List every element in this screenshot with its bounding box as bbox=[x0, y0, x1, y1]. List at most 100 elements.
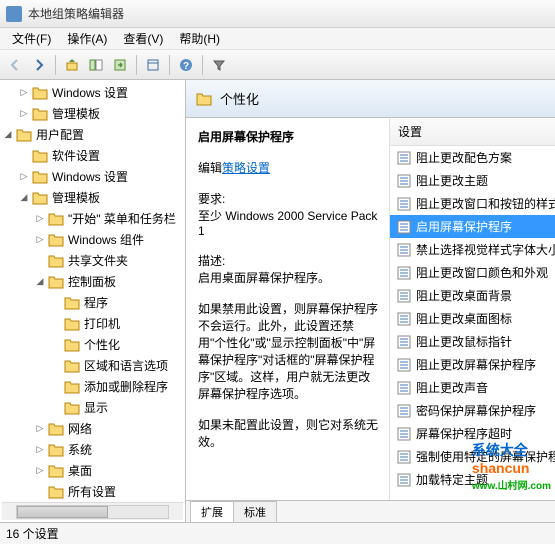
list-item-label: 阻止更改配色方案 bbox=[416, 149, 512, 166]
tree-item[interactable]: ▷Windows 组件 bbox=[2, 229, 183, 250]
tree-item[interactable]: ▷个性化 bbox=[2, 334, 183, 355]
list-item[interactable]: 阻止更改主题 bbox=[390, 169, 555, 192]
tree-toggle-icon[interactable]: ▷ bbox=[34, 444, 46, 456]
folder-icon bbox=[64, 296, 80, 310]
tree-item[interactable]: ▷桌面 bbox=[2, 460, 183, 481]
list-item[interactable]: 密码保护屏幕保护程序 bbox=[390, 399, 555, 422]
list-item[interactable]: 强制使用特定的屏幕保护程序 bbox=[390, 445, 555, 468]
tree-toggle-icon[interactable]: ▷ bbox=[18, 171, 30, 183]
tree-item[interactable]: ▷共享文件夹 bbox=[2, 250, 183, 271]
list-item-label: 加载特定主题 bbox=[416, 471, 488, 488]
tree-item[interactable]: ▷程序 bbox=[2, 292, 183, 313]
description-text: 启用桌面屏幕保护程序。 bbox=[198, 269, 381, 286]
tree-item[interactable]: ▷添加或删除程序 bbox=[2, 376, 183, 397]
tree-item-label: 显示 bbox=[84, 399, 108, 416]
list-item[interactable]: 阻止更改鼠标指针 bbox=[390, 330, 555, 353]
setting-icon bbox=[396, 426, 412, 442]
tree-item-label: 共享文件夹 bbox=[68, 252, 128, 269]
menu-action[interactable]: 操作(A) bbox=[59, 28, 115, 49]
folder-icon bbox=[32, 191, 48, 205]
list-item[interactable]: 阻止更改窗口和按钮的样式 bbox=[390, 192, 555, 215]
description-para2: 如果未配置此设置，则它对系统无效。 bbox=[198, 416, 381, 450]
content-header: 个性化 bbox=[186, 80, 555, 118]
titlebar: 本地组策略编辑器 bbox=[0, 0, 555, 28]
list-item[interactable]: 阻止更改配色方案 bbox=[390, 146, 555, 169]
export-button[interactable] bbox=[109, 54, 131, 76]
description-label: 描述: bbox=[198, 252, 381, 269]
content-title: 个性化 bbox=[220, 89, 259, 108]
tree-item-label: 用户配置 bbox=[36, 126, 84, 143]
up-button[interactable] bbox=[61, 54, 83, 76]
horizontal-scrollbar[interactable] bbox=[2, 502, 183, 520]
list-item[interactable]: 加载特定主题 bbox=[390, 468, 555, 491]
tree-toggle-icon[interactable]: ▷ bbox=[34, 213, 46, 225]
tree-item[interactable]: ▷ Windows 设置 bbox=[2, 82, 183, 103]
folder-icon bbox=[48, 212, 64, 226]
tree-item-label: 管理模板 bbox=[52, 189, 100, 206]
setting-icon bbox=[396, 196, 412, 212]
folder-icon bbox=[48, 464, 64, 478]
tree-item[interactable]: ▷区域和语言选项 bbox=[2, 355, 183, 376]
list-item[interactable]: 阻止更改窗口颜色和外观 bbox=[390, 261, 555, 284]
tree-item[interactable]: ▷系统 bbox=[2, 439, 183, 460]
tree-toggle-icon[interactable]: ▷ bbox=[34, 423, 46, 435]
tree-toggle-icon[interactable]: ▷ bbox=[34, 234, 46, 246]
tree-item[interactable]: ▷显示 bbox=[2, 397, 183, 418]
tree-toggle-icon[interactable]: ◢ bbox=[2, 129, 14, 141]
forward-button[interactable] bbox=[28, 54, 50, 76]
tree-toggle-icon[interactable]: ▷ bbox=[18, 108, 30, 120]
list-item-label: 禁止选择视觉样式字体大小 bbox=[416, 241, 555, 258]
tree-item-label: 管理模板 bbox=[52, 105, 100, 122]
setting-icon bbox=[396, 288, 412, 304]
menubar: 文件(F) 操作(A) 查看(V) 帮助(H) bbox=[0, 28, 555, 50]
menu-file[interactable]: 文件(F) bbox=[4, 28, 59, 49]
menu-view[interactable]: 查看(V) bbox=[115, 28, 171, 49]
list-item-label: 强制使用特定的屏幕保护程序 bbox=[416, 448, 555, 465]
menu-help[interactable]: 帮助(H) bbox=[171, 28, 228, 49]
tree-item[interactable]: ▷ 管理模板 bbox=[2, 103, 183, 124]
list-item[interactable]: 阻止更改屏幕保护程序 bbox=[390, 353, 555, 376]
tree-toggle-icon[interactable]: ▷ bbox=[34, 465, 46, 477]
tree-item[interactable]: ▷软件设置 bbox=[2, 145, 183, 166]
setting-icon bbox=[396, 334, 412, 350]
policy-settings-link[interactable]: 策略设置 bbox=[222, 161, 270, 175]
filter-button[interactable] bbox=[208, 54, 230, 76]
list-item[interactable]: 阻止更改桌面图标 bbox=[390, 307, 555, 330]
tab-extended[interactable]: 扩展 bbox=[190, 501, 234, 522]
tree-item-label: "开始" 菜单和任务栏 bbox=[68, 210, 176, 227]
list-item-label: 阻止更改窗口和按钮的样式 bbox=[416, 195, 555, 212]
list-column-header[interactable]: 设置 bbox=[390, 118, 555, 146]
show-hide-tree-button[interactable] bbox=[85, 54, 107, 76]
tree-item[interactable]: ▷网络 bbox=[2, 418, 183, 439]
list-item[interactable]: 启用屏幕保护程序 bbox=[390, 215, 555, 238]
tree-item[interactable]: ▷所有设置 bbox=[2, 481, 183, 502]
window-title: 本地组策略编辑器 bbox=[28, 5, 124, 22]
list-item[interactable]: 阻止更改桌面背景 bbox=[390, 284, 555, 307]
tree-toggle-icon[interactable]: ◢ bbox=[34, 276, 46, 288]
folder-icon bbox=[64, 338, 80, 352]
tree-item[interactable]: ▷打印机 bbox=[2, 313, 183, 334]
tree-item[interactable]: ◢控制面板 bbox=[2, 271, 183, 292]
back-button[interactable] bbox=[4, 54, 26, 76]
tree-toggle-icon[interactable]: ◢ bbox=[18, 192, 30, 204]
list-item-label: 屏幕保护程序超时 bbox=[416, 425, 512, 442]
folder-icon bbox=[32, 149, 48, 163]
list-item[interactable]: 禁止选择视觉样式字体大小 bbox=[390, 238, 555, 261]
folder-icon bbox=[64, 380, 80, 394]
tree-item[interactable]: ▷ "开始" 菜单和任务栏 bbox=[2, 208, 183, 229]
help-button[interactable]: ? bbox=[175, 54, 197, 76]
tab-standard[interactable]: 标准 bbox=[233, 501, 277, 522]
setting-icon bbox=[396, 403, 412, 419]
folder-icon bbox=[48, 422, 64, 436]
setting-icon bbox=[396, 380, 412, 396]
refresh-button[interactable] bbox=[142, 54, 164, 76]
list-item[interactable]: 阻止更改声音 bbox=[390, 376, 555, 399]
tree-item[interactable]: ▷Windows 设置 bbox=[2, 166, 183, 187]
folder-icon bbox=[32, 86, 48, 100]
tree-item[interactable]: ◢ 管理模板 bbox=[2, 187, 183, 208]
tree-toggle-icon[interactable]: ▷ bbox=[18, 87, 30, 99]
list-item[interactable]: 屏幕保护程序超时 bbox=[390, 422, 555, 445]
tree-item[interactable]: ◢ 用户配置 bbox=[2, 124, 183, 145]
main-area: ▷Windows 设置▷管理模板◢用户配置▷软件设置▷Windows 设置◢管理… bbox=[0, 80, 555, 522]
tree-item-label: Windows 设置 bbox=[52, 84, 128, 101]
